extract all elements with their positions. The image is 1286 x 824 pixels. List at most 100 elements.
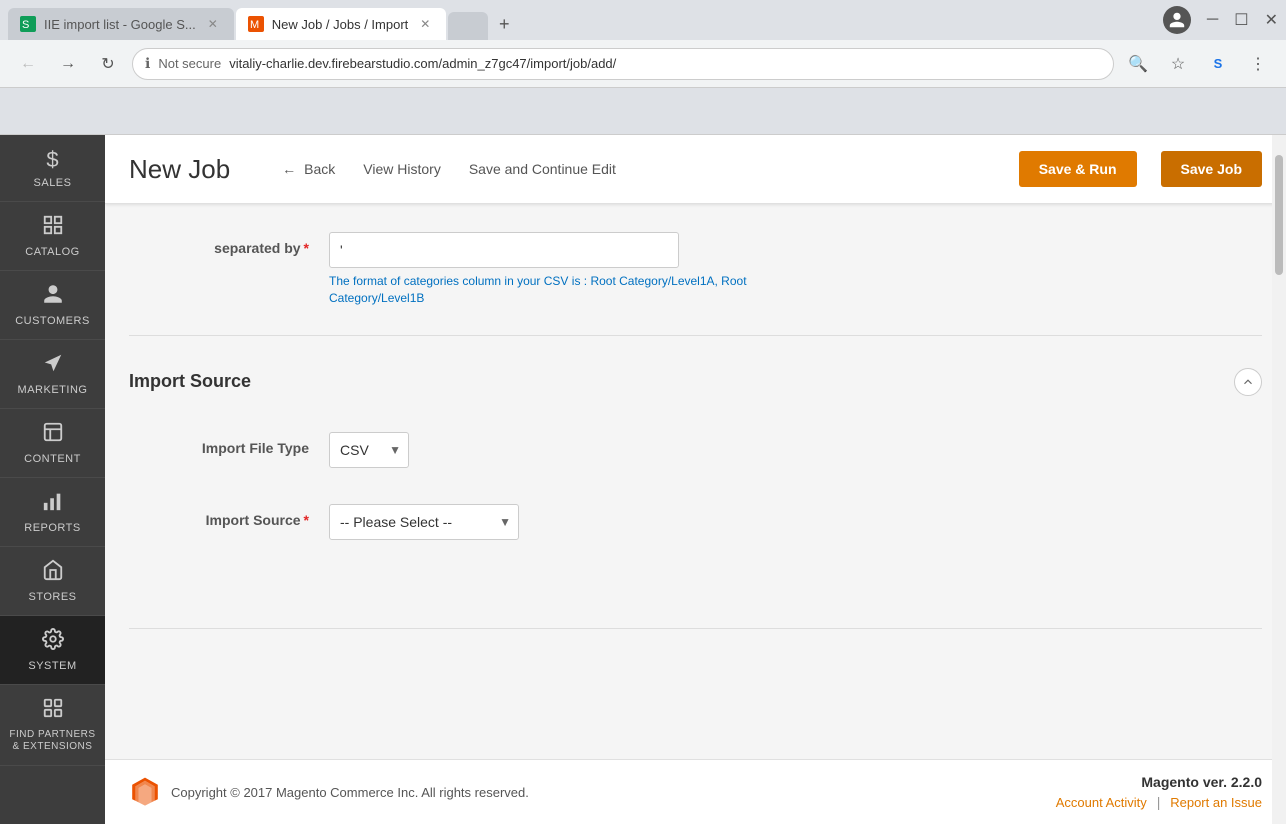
save-run-btn[interactable]: Save & Run xyxy=(1019,151,1137,187)
sidebar-item-customers[interactable]: CUSTOMERS xyxy=(0,271,105,340)
page-header: New Job ← Back View History Save and Con… xyxy=(105,135,1286,204)
svg-text:S: S xyxy=(22,19,29,31)
back-arrow-icon: ← xyxy=(282,161,296,177)
close-btn[interactable]: ✕ xyxy=(1265,10,1278,30)
url-text: vitaliy-charlie.dev.firebearstudio.com/a… xyxy=(229,56,616,71)
svg-text:M: M xyxy=(250,19,259,31)
reports-icon xyxy=(42,490,64,518)
tab2-favicon: M xyxy=(248,16,264,32)
sidebar: $ SALES CATALOG CUSTOMERS MARKETING CO xyxy=(0,135,105,824)
scrollbar-thumb xyxy=(1275,155,1283,275)
sidebar-item-stores[interactable]: STORES xyxy=(0,547,105,616)
import-source-select[interactable]: -- Please Select -- File FTP URL Google … xyxy=(329,504,519,540)
sidebar-system-label: SYSTEM xyxy=(28,660,76,672)
maximize-btn[interactable]: ☐ xyxy=(1234,10,1248,30)
section-divider-1 xyxy=(129,335,1262,336)
import-source-row: Import Source* -- Please Select -- File … xyxy=(129,496,1262,548)
content-area: separated by* The format of categories c… xyxy=(105,204,1286,759)
find-partners-icon xyxy=(42,697,64,725)
tab1-favicon: S xyxy=(20,16,36,32)
new-tab-btn[interactable]: + xyxy=(490,10,518,38)
tab1-close-btn[interactable]: ✕ xyxy=(204,15,222,33)
right-scrollbar[interactable] xyxy=(1272,135,1286,824)
page-title: New Job xyxy=(129,154,230,185)
tab2-close-btn[interactable]: ✕ xyxy=(416,15,434,33)
separated-by-input[interactable] xyxy=(329,232,679,268)
content-icon xyxy=(42,421,64,449)
browser-tab-2[interactable]: M New Job / Jobs / Import ✕ xyxy=(236,8,447,40)
catalog-icon xyxy=(42,214,64,242)
footer-logo: Copyright © 2017 Magento Commerce Inc. A… xyxy=(129,776,529,808)
tab1-label: IIE import list - Google S... xyxy=(44,17,196,32)
bookmark-btn[interactable]: ☆ xyxy=(1162,48,1194,80)
save-job-btn[interactable]: Save Job xyxy=(1161,151,1262,187)
sidebar-customers-label: CUSTOMERS xyxy=(15,315,90,327)
extension-btn[interactable]: S xyxy=(1202,48,1234,80)
sidebar-stores-label: STORES xyxy=(28,591,76,603)
back-label: Back xyxy=(304,161,335,177)
empty-tab xyxy=(448,12,488,40)
import-source-select-wrapper: -- Please Select -- File FTP URL Google … xyxy=(329,504,519,540)
sidebar-item-sales[interactable]: $ SALES xyxy=(0,135,105,202)
back-nav-btn[interactable]: ← xyxy=(12,48,44,80)
forward-nav-btn[interactable]: → xyxy=(52,48,84,80)
sidebar-item-reports[interactable]: REPORTS xyxy=(0,478,105,547)
url-bar[interactable]: ℹ Not secure vitaliy-charlie.dev.firebea… xyxy=(132,48,1114,80)
sidebar-item-system[interactable]: SYSTEM xyxy=(0,616,105,685)
marketing-icon xyxy=(42,352,64,380)
footer-link-separator: | xyxy=(1157,794,1161,810)
menu-btn[interactable]: ⋮ xyxy=(1242,48,1274,80)
sidebar-item-label: SALES xyxy=(34,177,72,189)
section-divider-2 xyxy=(129,628,1262,629)
browser-chrome: S IIE import list - Google S... ✕ M New … xyxy=(0,0,1286,135)
info-icon: ℹ xyxy=(145,55,150,72)
separated-by-field-row: separated by* The format of categories c… xyxy=(129,224,1262,315)
import-file-type-row: Import File Type CSV XML JSON ▼ xyxy=(129,424,1262,476)
sidebar-item-find-partners[interactable]: FIND PARTNERS & EXTENSIONS xyxy=(0,685,105,766)
browser-tab-1[interactable]: S IIE import list - Google S... ✕ xyxy=(8,8,234,40)
categories-hint: The format of categories column in your … xyxy=(329,273,779,307)
app-container: $ SALES CATALOG CUSTOMERS MARKETING CO xyxy=(0,135,1286,824)
reload-nav-btn[interactable]: ↻ xyxy=(92,48,124,80)
customers-icon xyxy=(42,283,64,311)
import-file-type-control: CSV XML JSON ▼ xyxy=(329,432,1262,468)
collapse-section-btn[interactable] xyxy=(1234,368,1262,396)
footer-version: Magento ver. 2.2.0 xyxy=(1056,774,1262,790)
account-activity-link[interactable]: Account Activity xyxy=(1056,795,1147,810)
back-link[interactable]: ← Back xyxy=(270,155,347,183)
required-star: * xyxy=(304,240,309,256)
profile-icon[interactable] xyxy=(1163,6,1191,34)
separated-by-label: separated by* xyxy=(129,232,329,256)
view-history-btn[interactable]: View History xyxy=(351,155,453,183)
tab2-label: New Job / Jobs / Import xyxy=(272,17,409,32)
import-source-title: Import Source xyxy=(129,371,251,392)
separated-by-control: The format of categories column in your … xyxy=(329,232,1262,307)
main-content: New Job ← Back View History Save and Con… xyxy=(105,135,1286,824)
sidebar-item-catalog[interactable]: CATALOG xyxy=(0,202,105,271)
import-source-section-header: Import Source xyxy=(129,356,1262,408)
sidebar-reports-label: REPORTS xyxy=(24,522,80,534)
import-file-type-select[interactable]: CSV XML JSON xyxy=(329,432,409,468)
search-btn[interactable]: 🔍 xyxy=(1122,48,1154,80)
save-continue-btn[interactable]: Save and Continue Edit xyxy=(457,155,628,183)
report-issue-link[interactable]: Report an Issue xyxy=(1170,795,1262,810)
import-source-required-star: * xyxy=(304,512,309,528)
sidebar-marketing-label: MARKETING xyxy=(18,384,88,396)
footer: Copyright © 2017 Magento Commerce Inc. A… xyxy=(105,759,1286,824)
sidebar-find-partners-label: FIND PARTNERS & EXTENSIONS xyxy=(8,729,97,753)
stores-icon xyxy=(42,559,64,587)
browser-toolbar: ← → ↻ ℹ Not secure vitaliy-charlie.dev.f… xyxy=(0,40,1286,88)
sidebar-content-label: CONTENT xyxy=(24,453,81,465)
import-source-label: Import Source* xyxy=(129,504,329,528)
header-nav: ← Back View History Save and Continue Ed… xyxy=(270,155,995,183)
footer-copyright: Copyright © 2017 Magento Commerce Inc. A… xyxy=(171,785,529,800)
dollar-icon: $ xyxy=(46,147,58,173)
browser-title-bar: S IIE import list - Google S... ✕ M New … xyxy=(0,0,1286,40)
magento-logo-icon xyxy=(129,776,161,808)
footer-links: Magento ver. 2.2.0 Account Activity | Re… xyxy=(1056,774,1262,810)
import-file-type-label: Import File Type xyxy=(129,432,329,456)
minimize-btn[interactable]: ─ xyxy=(1207,11,1218,29)
import-file-type-select-wrapper: CSV XML JSON ▼ xyxy=(329,432,409,468)
sidebar-item-content[interactable]: CONTENT xyxy=(0,409,105,478)
sidebar-item-marketing[interactable]: MARKETING xyxy=(0,340,105,409)
